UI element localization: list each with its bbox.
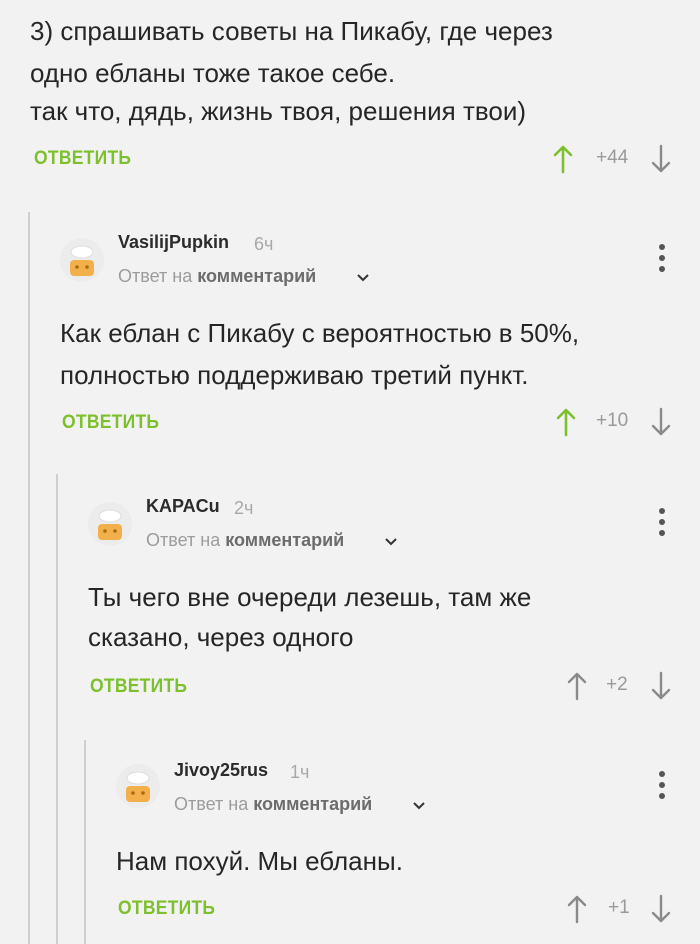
reply-button[interactable]: ОТВЕТИТЬ (90, 676, 187, 698)
meta-target: комментарий (197, 266, 317, 286)
timestamp: 1ч (290, 762, 310, 782)
chevron-down-icon[interactable] (356, 273, 370, 283)
username[interactable]: KAPACu (146, 496, 220, 517)
vote-controls: +10 (555, 407, 685, 437)
chevron-down-icon[interactable] (412, 801, 426, 811)
meta-prefix: Ответ на (146, 530, 221, 550)
arrow-up-icon[interactable] (552, 144, 574, 174)
comment-line: полностью поддерживаю третий пункт. (60, 360, 529, 390)
avatar[interactable] (60, 238, 104, 282)
comment-line: Ты чего вне очереди лезешь, там же (88, 582, 532, 612)
meta-prefix: Ответ на (174, 794, 249, 814)
comment-line: так что, дядь, жизнь твоя, решения твои) (30, 96, 527, 126)
default-avatar-icon (116, 764, 160, 808)
arrow-down-icon[interactable] (650, 894, 672, 924)
arrow-down-icon[interactable] (650, 407, 672, 437)
vote-controls: +2 (566, 671, 686, 701)
thread-line (56, 474, 58, 944)
username[interactable]: VasilijPupkin (118, 232, 229, 253)
kebab-menu-icon[interactable] (658, 243, 666, 273)
rating-count: +1 (608, 897, 630, 918)
kebab-menu-icon[interactable] (658, 770, 666, 800)
arrow-up-icon[interactable] (555, 407, 577, 437)
rating-count: +10 (596, 410, 629, 431)
reply-to-meta[interactable]: Ответ на комментарий (118, 266, 316, 287)
meta-prefix: Ответ на (118, 266, 193, 286)
default-avatar-icon (88, 502, 132, 546)
reply-to-meta[interactable]: Ответ на комментарий (174, 794, 372, 815)
meta-target: комментарий (253, 794, 373, 814)
clipped-previous-line (30, 0, 90, 4)
thread-line (28, 212, 30, 944)
timestamp: 6ч (254, 234, 274, 254)
arrow-down-icon[interactable] (650, 144, 672, 174)
comment-line: Нам похуй. Мы ебланы. (116, 846, 403, 876)
vote-controls: +44 (552, 144, 682, 174)
comment-line: 3) спрашивать советы на Пикабу, где чере… (30, 16, 553, 46)
reply-to-meta[interactable]: Ответ на комментарий (146, 530, 344, 551)
avatar[interactable] (88, 502, 132, 546)
comment-line: Как еблан с Пикабу с вероятностью в 50%, (60, 318, 580, 348)
chevron-down-icon[interactable] (384, 537, 398, 547)
timestamp: 2ч (234, 498, 254, 518)
avatar[interactable] (116, 764, 160, 808)
rating-count: +2 (606, 674, 628, 695)
rating-count: +44 (596, 147, 629, 168)
comment-line: сказано, через одного (88, 622, 354, 652)
default-avatar-icon (60, 238, 104, 282)
reply-button[interactable]: ОТВЕТИТЬ (34, 148, 131, 170)
comment-line: одно ебланы тоже такое себе. (30, 58, 396, 88)
reply-button[interactable]: ОТВЕТИТЬ (118, 898, 215, 920)
username[interactable]: Jivoy25rus (174, 760, 268, 781)
meta-target: комментарий (225, 530, 345, 550)
reply-button[interactable]: ОТВЕТИТЬ (62, 412, 159, 434)
thread-line (84, 740, 86, 944)
arrow-up-icon[interactable] (566, 671, 588, 701)
kebab-menu-icon[interactable] (658, 507, 666, 537)
arrow-down-icon[interactable] (650, 671, 672, 701)
arrow-up-icon[interactable] (566, 894, 588, 924)
vote-controls: +1 (566, 894, 686, 924)
